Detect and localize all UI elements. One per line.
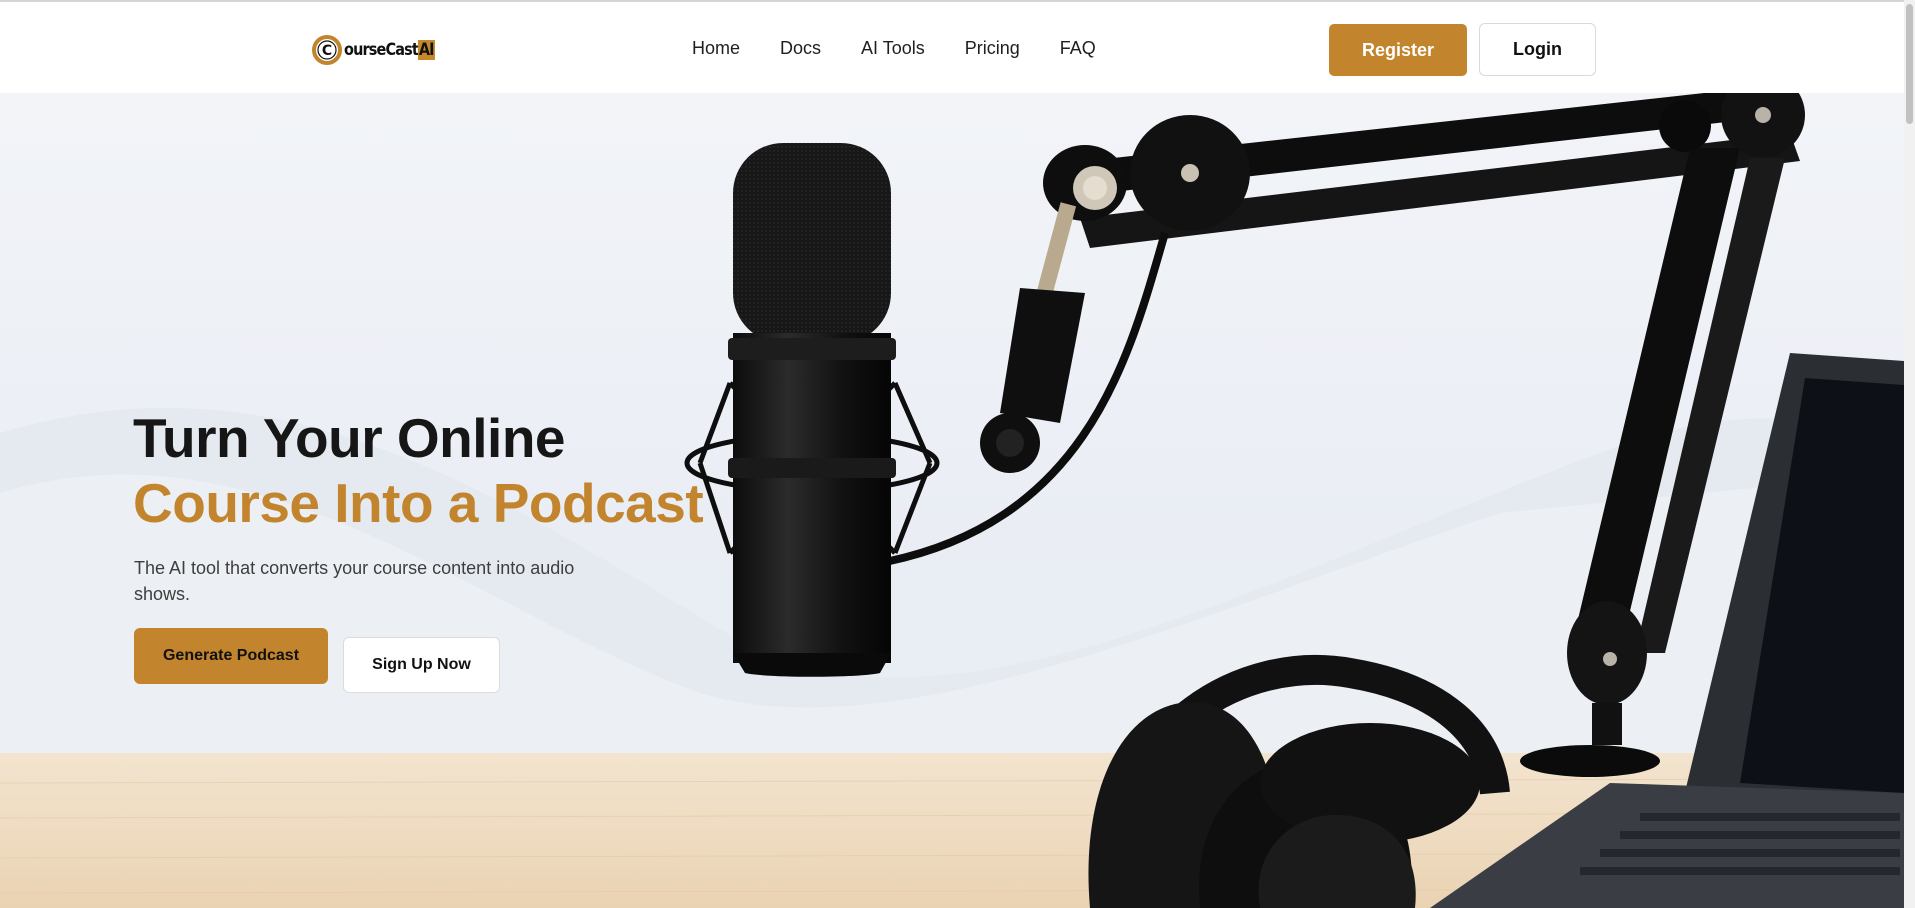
hero-heading-line-1: Turn Your Online [133, 407, 566, 469]
nav-ai-tools[interactable]: AI Tools [861, 38, 925, 59]
nav-docs[interactable]: Docs [780, 38, 821, 59]
logo-wordmark: ourseCastAI [344, 40, 435, 60]
coursecast-logo-icon: C [312, 35, 342, 65]
hero-heading: Turn Your Online Course Into a Podcast [133, 406, 704, 536]
microphone [728, 143, 896, 677]
nav-pricing[interactable]: Pricing [965, 38, 1020, 59]
login-button[interactable]: Login [1479, 23, 1596, 76]
hero-section: Turn Your Online Course Into a Podcast T… [0, 93, 1904, 908]
nav-faq[interactable]: FAQ [1060, 38, 1096, 59]
hero-subtitle: The AI tool that converts your course co… [134, 558, 575, 604]
scrollbar-thumb[interactable] [1906, 4, 1913, 124]
logo-word: ourseCast [344, 40, 419, 60]
register-button[interactable]: Register [1329, 24, 1467, 76]
generate-podcast-button[interactable]: Generate Podcast [134, 628, 328, 684]
hero-heading-line-2: Course Into a Podcast [133, 472, 704, 534]
site-logo[interactable]: C ourseCastAI [312, 32, 451, 68]
sign-up-now-button[interactable]: Sign Up Now [343, 637, 500, 693]
page-scrollbar[interactable] [1904, 0, 1915, 908]
nav-home[interactable]: Home [692, 38, 740, 59]
top-navbar: C ourseCastAI Home Docs AI Tools Pricing… [0, 0, 1904, 93]
main-nav: Home Docs AI Tools Pricing FAQ [692, 38, 1096, 59]
logo-ai-badge: AI [417, 40, 435, 60]
logo-letter: C [322, 43, 332, 59]
